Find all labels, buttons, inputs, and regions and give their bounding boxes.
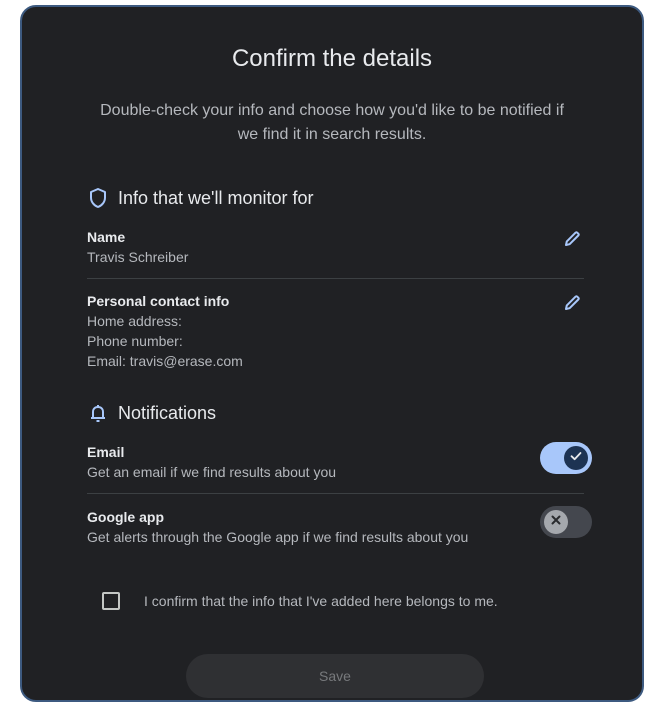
email-notification-toggle[interactable] — [540, 442, 592, 474]
confirm-checkbox[interactable] — [102, 592, 120, 610]
confirm-row: I confirm that the info that I've added … — [102, 592, 498, 610]
email-notification-title: Email — [87, 444, 125, 460]
confirm-label: I confirm that the info that I've added … — [144, 593, 498, 609]
shield-icon — [88, 187, 108, 209]
monitor-heading-text: Info that we'll monitor for — [118, 187, 314, 208]
monitor-section-heading: Info that we'll monitor for — [88, 187, 314, 209]
google-app-notification-toggle[interactable] — [540, 506, 592, 538]
phone-number-line: Phone number: — [87, 333, 183, 349]
notifications-heading-text: Notifications — [118, 402, 217, 423]
google-app-notification-title: Google app — [87, 509, 164, 525]
save-button[interactable]: Save — [186, 654, 484, 698]
toggle-knob — [564, 446, 588, 470]
divider — [87, 493, 584, 494]
pencil-icon — [562, 229, 582, 254]
dialog-subtitle: Double-check your info and choose how yo… — [100, 102, 564, 143]
divider — [87, 278, 584, 279]
name-value: Travis Schreiber — [87, 249, 189, 265]
toggle-knob — [544, 510, 568, 534]
bell-icon — [88, 402, 108, 424]
email-notification-description: Get an email if we find results about yo… — [87, 464, 337, 480]
pencil-icon — [562, 293, 582, 318]
home-address-line: Home address: — [87, 313, 182, 329]
close-icon — [549, 513, 563, 532]
email-line: Email: travis@erase.com — [87, 353, 243, 369]
confirm-details-dialog: Confirm the details Double-check your in… — [20, 5, 644, 702]
contact-title: Personal contact info — [87, 293, 230, 309]
edit-name-button[interactable] — [558, 227, 586, 255]
notifications-section-heading: Notifications — [88, 402, 216, 424]
name-title: Name — [87, 229, 126, 245]
google-app-notification-description: Get alerts through the Google app if we … — [87, 529, 469, 545]
edit-contact-button[interactable] — [558, 291, 586, 319]
check-icon — [569, 449, 583, 468]
dialog-title: Confirm the details — [231, 45, 433, 72]
